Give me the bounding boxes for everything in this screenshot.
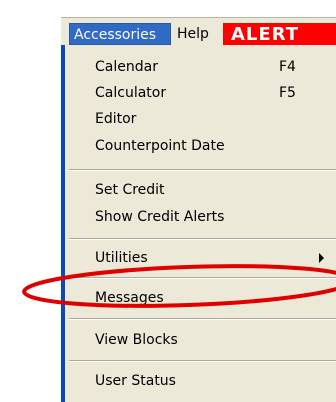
menu-item-label: Messages [95,290,164,306]
menu-separator [69,318,336,320]
menu-item-messages[interactable]: Messages [65,285,336,311]
menu-separator [69,238,336,240]
menu-separator [69,277,336,279]
menu-bar: Accessories Help ALERT [61,17,336,46]
menu-item-label: Calculator [95,85,167,101]
menu-separator [69,360,336,362]
menu-item-calculator[interactable]: Calculator F5 [65,80,336,106]
menu-item-label: Set Credit [95,182,165,198]
alert-button[interactable]: ALERT [223,23,336,46]
submenu-arrow-icon [319,253,324,263]
menu-item-label: Show Credit Alerts [95,209,225,225]
accessories-dropdown-menu: Calendar F4 Calculator F5 Editor Counter… [65,45,336,402]
menu-item-label: User Status [95,373,176,389]
menu-item-label: Editor [95,111,137,127]
menu-accessories[interactable]: Accessories [69,23,171,45]
menu-item-label: View Blocks [95,332,178,348]
menu-item-label: Counterpoint Date [95,138,225,154]
menu-item-show-credit-alerts[interactable]: Show Credit Alerts [65,204,336,230]
menu-item-counterpoint-date[interactable]: Counterpoint Date [65,133,336,159]
menu-item-calendar[interactable]: Calendar F4 [65,54,336,80]
menu-item-editor[interactable]: Editor [65,106,336,132]
menu-item-user-status[interactable]: User Status [65,368,336,394]
menu-separator [69,169,336,171]
menu-item-label: Utilities [95,250,148,266]
menu-item-shortcut: F4 [279,59,296,75]
menu-item-label: Calendar [95,59,158,75]
menu-item-utilities[interactable]: Utilities [65,245,336,271]
menu-item-shortcut: F5 [279,85,296,101]
menu-item-view-blocks[interactable]: View Blocks [65,327,336,353]
menu-help[interactable]: Help [173,23,217,45]
menu-item-set-credit[interactable]: Set Credit [65,177,336,203]
